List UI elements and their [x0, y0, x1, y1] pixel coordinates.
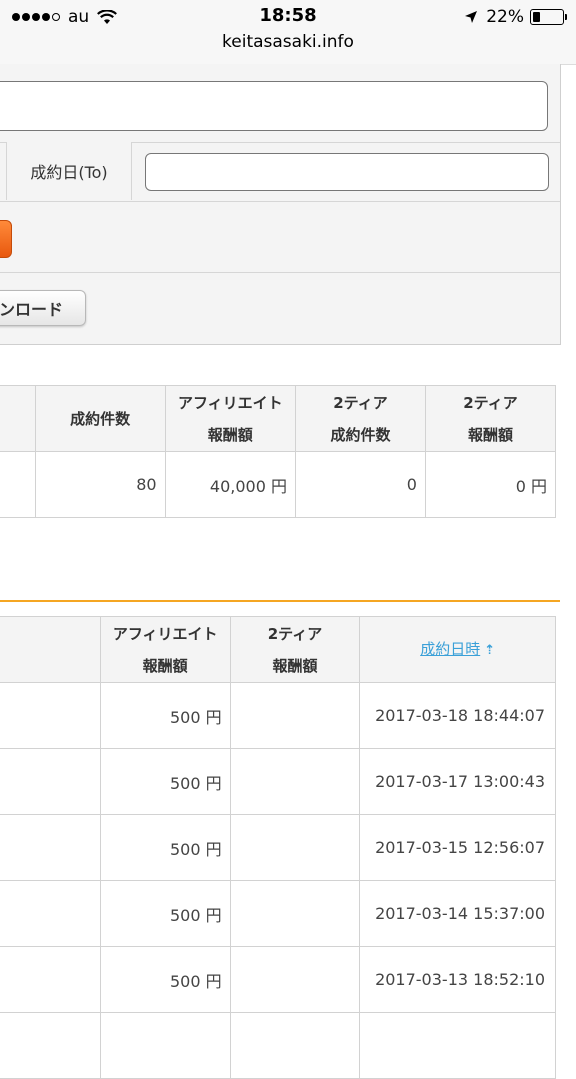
- location-arrow-icon: [465, 11, 478, 23]
- table-row: 500 円 2017-03-15 12:56:07: [0, 814, 556, 881]
- battery-icon: [530, 9, 567, 25]
- detail-header-tier2-reward: 2ティア 報酬額: [229, 616, 361, 683]
- table-row: 500 円 2017-03-18 18:44:07: [0, 682, 556, 749]
- affiliate-reward-cell: 500 円: [99, 748, 231, 815]
- detail-header-affiliate-reward: アフィリエイト 報酬額: [99, 616, 231, 683]
- form-divider: [0, 201, 560, 202]
- date-cell: 2017-03-13 18:52:10: [359, 946, 556, 1013]
- sort-by-date-link[interactable]: 成約日時: [420, 640, 480, 658]
- summary-conversions-value: 80: [34, 451, 166, 518]
- summary-cell-blank: [0, 451, 36, 518]
- summary-row: 80 40,000 円 0 0 円: [0, 451, 557, 518]
- summary-table: 成約件数 アフィリエイト 報酬額 2ティア 成約件数 2ティア 報酬額 80 40,0…: [0, 385, 557, 518]
- status-right: 22%: [464, 7, 567, 27]
- affiliate-reward-cell: 500 円: [99, 880, 231, 947]
- search-button[interactable]: [0, 220, 12, 258]
- affiliate-reward-cell: [99, 1012, 231, 1079]
- affiliate-reward-cell: 500 円: [99, 814, 231, 881]
- detail-header-row: アフィリエイト 報酬額 2ティア 報酬額 成約日時 ⇡: [0, 616, 556, 683]
- row-blank-cell: [0, 946, 101, 1013]
- summary-header-tier2-reward: 2ティア 報酬額: [424, 385, 557, 452]
- form-divider: [0, 272, 560, 273]
- table-row: 500 円 2017-03-14 15:37:00: [0, 880, 556, 947]
- summary-header-tier2-conversions: 2ティア 成約件数: [294, 385, 426, 452]
- battery-percent: 22%: [486, 7, 524, 27]
- address-bar-url[interactable]: keitasasaki.info: [0, 32, 576, 52]
- date-cell: 2017-03-15 12:56:07: [359, 814, 556, 881]
- affiliate-reward-cell: 500 円: [99, 682, 231, 749]
- summary-header-row: 成約件数 アフィリエイト 報酬額 2ティア 成約件数 2ティア 報酬額: [0, 385, 557, 452]
- detail-header-date: 成約日時 ⇡: [359, 616, 556, 683]
- summary-header-affiliate-reward: アフィリエイト 報酬額: [164, 385, 296, 452]
- table-row: [0, 1012, 556, 1079]
- detail-table: アフィリエイト 報酬額 2ティア 報酬額 成約日時 ⇡ 500 円 2017-03-1…: [0, 616, 556, 1079]
- search-form: 成約日(To) ンロード: [0, 64, 561, 345]
- tier2-reward-cell: [229, 748, 361, 815]
- row-blank-cell: [0, 880, 101, 947]
- tier2-reward-cell: [229, 814, 361, 881]
- tier2-reward-cell: [229, 946, 361, 1013]
- sort-ascending-icon[interactable]: ⇡: [484, 643, 495, 658]
- detail-header-blank: [0, 616, 101, 683]
- summary-affiliate-reward-value: 40,000 円: [164, 451, 296, 518]
- date-to-label: 成約日(To): [6, 142, 132, 200]
- row-blank-cell: [0, 814, 101, 881]
- tier2-reward-cell: [229, 1012, 361, 1079]
- summary-tier2-conversions-value: 0: [294, 451, 426, 518]
- summary-header-conversions: 成約件数: [34, 385, 166, 452]
- search-text-field[interactable]: [0, 81, 548, 131]
- row-blank-cell: [0, 1012, 101, 1079]
- section-divider: [0, 600, 560, 602]
- summary-header-blank: [0, 385, 36, 452]
- summary-tier2-reward-value: 0 円: [424, 451, 557, 518]
- affiliate-reward-cell: 500 円: [99, 946, 231, 1013]
- date-cell: 2017-03-17 13:00:43: [359, 748, 556, 815]
- download-button[interactable]: ンロード: [0, 290, 86, 326]
- tier2-reward-cell: [229, 880, 361, 947]
- row-blank-cell: [0, 748, 101, 815]
- date-cell: 2017-03-14 15:37:00: [359, 880, 556, 947]
- date-cell: [359, 1012, 556, 1079]
- table-row: 500 円 2017-03-13 18:52:10: [0, 946, 556, 1013]
- row-blank-cell: [0, 682, 101, 749]
- date-to-field[interactable]: [145, 153, 549, 191]
- table-row: 500 円 2017-03-17 13:00:43: [0, 748, 556, 815]
- date-cell: 2017-03-18 18:44:07: [359, 682, 556, 749]
- status-bar: au 18:58 22% keitasasaki.info: [0, 0, 576, 65]
- tier2-reward-cell: [229, 682, 361, 749]
